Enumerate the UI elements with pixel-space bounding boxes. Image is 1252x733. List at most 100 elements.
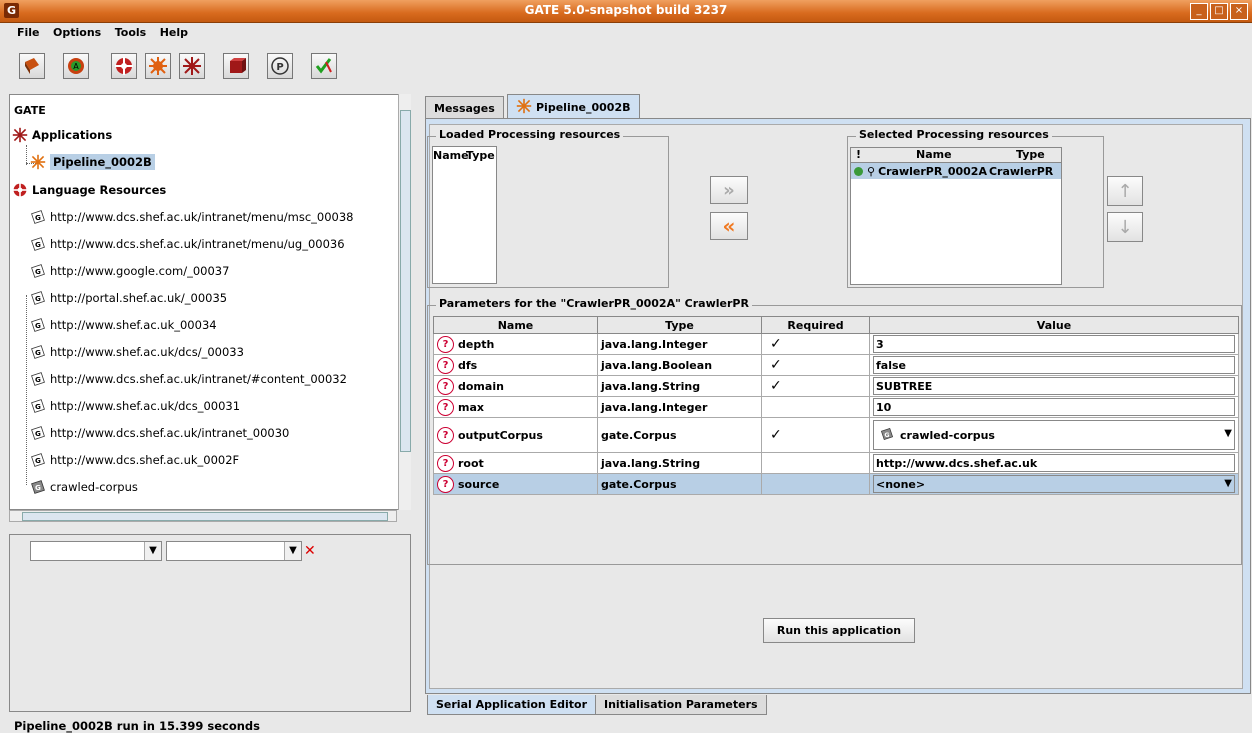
tree-item-lr[interactable]: Ghttp://portal.shef.ac.uk/_00035 bbox=[30, 290, 227, 306]
add-pr-button[interactable]: » bbox=[710, 176, 748, 204]
parameters-table[interactable]: Name Type Required Value ? depth java.lan… bbox=[433, 316, 1239, 495]
param-value-input[interactable]: SUBTREE bbox=[873, 377, 1235, 395]
selected-col-flag[interactable]: ! bbox=[856, 148, 861, 161]
table-row[interactable]: ? depth java.lang.Integer ✓ 3 bbox=[433, 333, 1239, 355]
resource-tree[interactable]: GATE Applications Pipeline_0002B Languag… bbox=[9, 94, 411, 510]
chevron-down-icon[interactable]: ▼ bbox=[1224, 428, 1232, 439]
selected-pr-list[interactable]: ! Name Type ⚲ CrawlerPR_0002A CrawlerPR bbox=[850, 147, 1062, 285]
remove-pr-button[interactable]: « bbox=[710, 212, 748, 240]
svg-text:G: G bbox=[35, 213, 41, 222]
new-application-button[interactable] bbox=[179, 53, 205, 79]
minimize-icon[interactable]: _ bbox=[1190, 3, 1208, 20]
table-row-selected[interactable]: ? source gate.Corpus <none> ▼ bbox=[433, 473, 1239, 495]
new-processing-resource-button[interactable] bbox=[145, 53, 171, 79]
chevron-down-icon[interactable]: ▼ bbox=[1224, 478, 1232, 489]
param-value-input[interactable]: 3 bbox=[873, 335, 1235, 353]
chevron-down-icon[interactable]: ▼ bbox=[144, 542, 161, 560]
tree-item-lr[interactable]: Ghttp://www.shef.ac.uk_00034 bbox=[30, 317, 217, 333]
clear-icon[interactable]: ✕ bbox=[304, 543, 316, 559]
menu-bar: File Options Tools Help bbox=[0, 23, 1252, 43]
tab-serial-application-editor[interactable]: Serial Application Editor bbox=[427, 695, 596, 715]
pipeline-icon bbox=[516, 98, 532, 117]
tree-item-lr[interactable]: Ghttp://www.dcs.shef.ac.uk_0002F bbox=[30, 452, 239, 468]
tree-item-lr[interactable]: Ghttp://www.shef.ac.uk/dcs_00031 bbox=[30, 398, 240, 414]
help-icon: ? bbox=[437, 335, 454, 353]
table-row[interactable]: ? root java.lang.String http://www.dcs.sh… bbox=[433, 452, 1239, 474]
table-row[interactable]: ? domain java.lang.String ✓ SUBTREE bbox=[433, 375, 1239, 397]
tree-item-lr[interactable]: Ghttp://www.dcs.shef.ac.uk/intranet/menu… bbox=[30, 236, 345, 252]
param-value-input[interactable]: false bbox=[873, 356, 1235, 374]
tree-item-lr[interactable]: Ghttp://www.dcs.shef.ac.uk/intranet_0003… bbox=[30, 425, 289, 441]
param-name: dfs bbox=[458, 358, 478, 372]
svg-text:G: G bbox=[35, 294, 41, 303]
output-corpus-combo[interactable]: G crawled-corpus ▼ bbox=[873, 420, 1235, 450]
param-type: gate.Corpus bbox=[597, 417, 762, 453]
maximize-icon[interactable]: □ bbox=[1210, 3, 1228, 20]
datastore-button[interactable] bbox=[223, 53, 249, 79]
param-value-input[interactable]: 10 bbox=[873, 398, 1235, 416]
new-language-resource-button[interactable] bbox=[111, 53, 137, 79]
tree-item-lr[interactable]: Ghttp://www.shef.ac.uk/dcs/_00033 bbox=[30, 344, 244, 360]
jape-debugger-button[interactable] bbox=[311, 53, 337, 79]
loaded-col-type[interactable]: Type bbox=[466, 149, 495, 162]
document-icon: G bbox=[30, 344, 46, 360]
toolbar: A P bbox=[0, 45, 1252, 89]
annie-button[interactable]: A bbox=[63, 53, 89, 79]
tree-item-corpus[interactable]: Gcrawled-corpus bbox=[30, 479, 138, 495]
tab-initialisation-parameters[interactable]: Initialisation Parameters bbox=[595, 695, 767, 715]
col-required[interactable]: Required bbox=[761, 316, 870, 334]
annotation-set-combo[interactable]: ▼ bbox=[30, 541, 162, 561]
selected-pr-row[interactable]: ⚲ CrawlerPR_0002A CrawlerPR bbox=[851, 163, 1061, 179]
param-type: java.lang.Integer bbox=[597, 396, 762, 418]
run-application-button[interactable]: Run this application bbox=[763, 618, 915, 643]
col-name[interactable]: Name bbox=[433, 316, 598, 334]
move-down-button[interactable]: ↓ bbox=[1107, 212, 1143, 242]
lr-label: http://www.dcs.shef.ac.uk/intranet/#cont… bbox=[50, 372, 347, 386]
move-up-button[interactable]: ↑ bbox=[1107, 176, 1143, 206]
required-check-icon: ✓ bbox=[761, 417, 870, 453]
tree-vertical-scrollbar[interactable] bbox=[398, 94, 411, 510]
menu-file[interactable]: File bbox=[12, 23, 45, 42]
load-resource-button[interactable] bbox=[19, 53, 45, 79]
language-resources-label: Language Resources bbox=[32, 183, 167, 197]
menu-options[interactable]: Options bbox=[48, 23, 106, 42]
tree-item-lr[interactable]: Ghttp://www.dcs.shef.ac.uk/intranet/#con… bbox=[30, 371, 347, 387]
annotation-type-combo[interactable]: ▼ bbox=[166, 541, 302, 561]
double-chevron-right-icon: » bbox=[723, 179, 735, 201]
required-cell bbox=[761, 473, 870, 495]
tree-applications-node[interactable]: Applications bbox=[12, 127, 112, 143]
tree-item-pipeline[interactable]: Pipeline_0002B bbox=[30, 154, 155, 170]
col-type[interactable]: Type bbox=[597, 316, 762, 334]
tab-pipeline[interactable]: Pipeline_0002B bbox=[507, 94, 640, 120]
selected-col-type[interactable]: Type bbox=[1016, 148, 1045, 161]
chevron-down-icon[interactable]: ▼ bbox=[284, 542, 301, 560]
scroll-thumb[interactable] bbox=[22, 512, 388, 521]
loaded-col-name[interactable]: Name bbox=[433, 149, 469, 162]
lr-label: crawled-corpus bbox=[50, 480, 138, 494]
required-cell bbox=[761, 396, 870, 418]
scroll-thumb[interactable] bbox=[400, 110, 411, 452]
pipeline-icon bbox=[30, 154, 46, 170]
menu-help[interactable]: Help bbox=[155, 23, 193, 42]
table-row[interactable]: ? max java.lang.Integer 10 bbox=[433, 396, 1239, 418]
selected-col-name[interactable]: Name bbox=[916, 148, 952, 161]
table-row[interactable]: ? dfs java.lang.Boolean ✓ false bbox=[433, 354, 1239, 376]
tree-horizontal-scrollbar[interactable] bbox=[9, 510, 397, 522]
tree-item-lr[interactable]: Ghttp://www.dcs.shef.ac.uk/intranet/menu… bbox=[30, 209, 353, 225]
param-value-input[interactable]: http://www.dcs.shef.ac.uk bbox=[873, 454, 1235, 472]
tree-item-lr[interactable]: Ghttp://www.google.com/_00037 bbox=[30, 263, 229, 279]
col-value[interactable]: Value bbox=[869, 316, 1239, 334]
menu-tools[interactable]: Tools bbox=[110, 23, 151, 42]
tree-language-resources-node[interactable]: Language Resources bbox=[12, 182, 166, 198]
table-row[interactable]: ? outputCorpus gate.Corpus ✓ G crawled-co… bbox=[433, 417, 1239, 453]
loaded-pr-list[interactable]: Name Type bbox=[432, 146, 497, 284]
lr-label: http://www.google.com/_00037 bbox=[50, 264, 230, 278]
source-combo[interactable]: <none> ▼ bbox=[873, 475, 1235, 493]
tab-messages[interactable]: Messages bbox=[425, 96, 504, 120]
param-type: java.lang.Integer bbox=[597, 333, 762, 355]
svg-text:G: G bbox=[35, 267, 41, 276]
close-icon[interactable]: × bbox=[1230, 3, 1248, 20]
plugin-manager-button[interactable]: P bbox=[267, 53, 293, 79]
svg-text:G: G bbox=[35, 402, 41, 411]
required-check-icon: ✓ bbox=[761, 354, 870, 376]
